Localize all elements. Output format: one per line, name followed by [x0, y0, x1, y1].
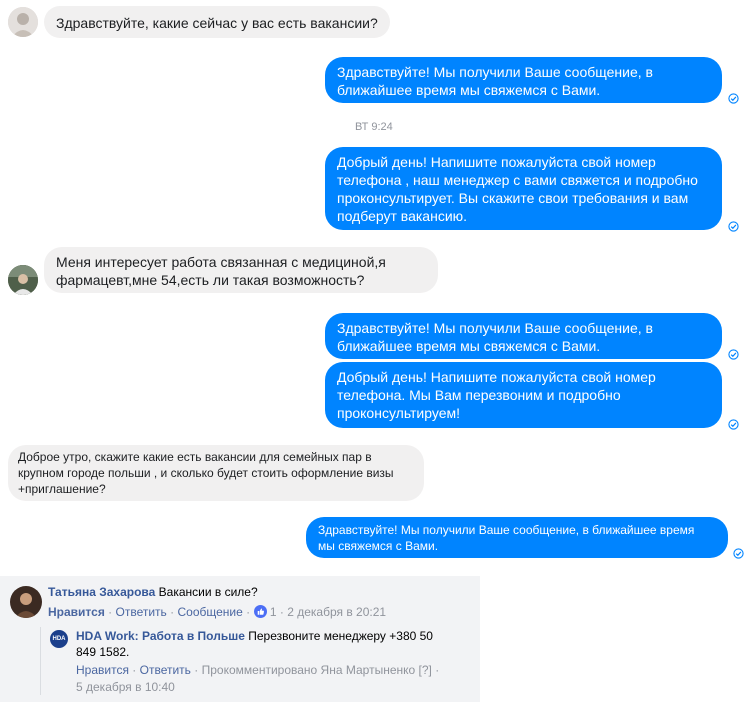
message-text: Здравствуйте! Мы получили Ваше сообщение…: [318, 523, 695, 553]
reply-actions: Нравится · Ответить · Прокомментировано …: [76, 663, 440, 694]
thread-line: [40, 627, 41, 695]
like-link[interactable]: Нравится: [48, 605, 105, 619]
comment-text: Вакансии в силе?: [158, 585, 258, 599]
message-text: Здравствуйте! Мы получили Ваше сообщение…: [337, 320, 653, 354]
avatar-woman-icon: [10, 586, 42, 618]
reply-date[interactable]: 5 декабря в 10:40: [76, 680, 175, 694]
message-link[interactable]: Сообщение: [178, 605, 243, 619]
avatar[interactable]: [8, 7, 38, 37]
like-link[interactable]: Нравится: [76, 663, 129, 677]
avatar-woman-icon: [8, 7, 38, 37]
reply-author-link[interactable]: HDA Work: Работа в Польше: [76, 629, 245, 643]
time-divider: ВТ 9:24: [355, 121, 393, 133]
message-incoming[interactable]: Меня интересует работа связанная с медиц…: [44, 247, 438, 293]
help-link[interactable]: [?]: [419, 663, 432, 677]
reaction-count[interactable]: 1: [270, 605, 277, 619]
reply-body: HDA Work: Работа в Польше Перезвоните ме…: [76, 628, 436, 660]
message-outgoing[interactable]: Здравствуйте! Мы получили Ваше сообщение…: [325, 57, 722, 103]
message-text: Здравствуйте, какие сейчас у вас есть ва…: [56, 15, 378, 31]
comment-date[interactable]: 2 декабря в 20:21: [287, 605, 386, 619]
reply-link[interactable]: Ответить: [140, 663, 191, 677]
message-outgoing[interactable]: Добрый день! Напишите пожалуйста свой но…: [325, 147, 722, 230]
message-text: Меня интересует работа связанная с медиц…: [56, 254, 386, 288]
like-thumb-icon[interactable]: [253, 605, 267, 618]
avatar-man-icon: [8, 265, 38, 295]
message-incoming[interactable]: Здравствуйте, какие сейчас у вас есть ва…: [44, 6, 390, 38]
hda-logo[interactable]: HDA: [50, 630, 68, 648]
seen-check-icon: [728, 349, 739, 360]
avatar[interactable]: [10, 586, 42, 618]
message-text: Добрый день! Напишите пожалуйста свой но…: [337, 154, 698, 224]
message-incoming[interactable]: Доброе утро, скажите какие есть вакансии…: [8, 445, 424, 501]
message-text: Добрый день! Напишите пожалуйста свой но…: [337, 369, 656, 421]
seen-check-icon: [728, 419, 739, 430]
message-outgoing[interactable]: Здравствуйте! Мы получили Ваше сообщение…: [325, 313, 722, 359]
message-text: Здравствуйте! Мы получили Ваше сообщение…: [337, 64, 653, 98]
comment-author-link[interactable]: Татьяна Захарова: [48, 585, 155, 599]
seen-check-icon: [728, 93, 739, 104]
message-outgoing[interactable]: Добрый день! Напишите пожалуйста свой но…: [325, 362, 722, 428]
commented-by: Прокомментировано Яна Мартыненко: [201, 663, 416, 677]
seen-check-icon: [728, 221, 739, 232]
message-outgoing[interactable]: Здравствуйте! Мы получили Ваше сообщение…: [306, 517, 728, 558]
comment-body: Татьяна Захарова Вакансии в силе?: [48, 584, 468, 600]
avatar[interactable]: [8, 265, 38, 295]
seen-check-icon: [733, 548, 744, 559]
message-text: Доброе утро, скажите какие есть вакансии…: [18, 450, 394, 496]
reply-link[interactable]: Ответить: [116, 605, 167, 619]
comments-section: Татьяна Захарова Вакансии в силе? Нравит…: [0, 576, 480, 702]
comment-actions: Нравится · Ответить · Сообщение · 1 · 2 …: [48, 605, 387, 619]
